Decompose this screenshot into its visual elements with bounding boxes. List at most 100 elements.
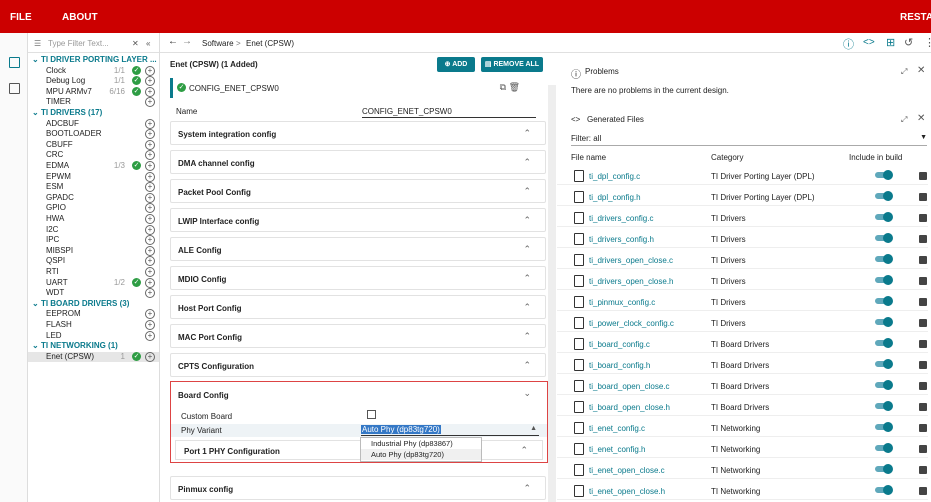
copy-icon[interactable]: ⧉ [500, 82, 506, 93]
add-instance-icon[interactable]: + [145, 256, 155, 267]
port1-phy-section[interactable]: Port 1 PHY Configuration ⌃ [175, 440, 543, 460]
tree-item[interactable]: ADCBUF + [28, 118, 159, 129]
add-instance-icon[interactable]: + [145, 97, 155, 108]
add-instance-icon[interactable]: + [145, 330, 155, 341]
add-instance-icon[interactable]: + [145, 203, 155, 214]
tree-item[interactable]: UART 1/2 ✓ + [28, 277, 159, 288]
file-name-link[interactable]: ti_drivers_open_close.h [589, 277, 674, 286]
tree-item[interactable]: HWA + [28, 214, 159, 224]
save-icon[interactable] [919, 445, 927, 453]
include-toggle[interactable] [875, 401, 893, 411]
add-instance-icon[interactable]: + [145, 351, 155, 362]
chip-icon[interactable]: ⊞ [886, 36, 895, 49]
tree-item[interactable]: EDMA 1/3 ✓ + [28, 161, 159, 171]
config-section[interactable]: ALE Config ⌃ [170, 237, 546, 261]
add-instance-icon[interactable]: + [145, 320, 155, 330]
file-name-link[interactable]: ti_pinmux_config.c [589, 298, 655, 307]
tree-item[interactable]: GPIO + [28, 203, 159, 214]
include-toggle[interactable] [875, 212, 893, 222]
add-instance-icon[interactable]: + [145, 245, 155, 256]
add-instance-icon[interactable]: + [145, 139, 155, 150]
tree-item[interactable]: EPWM + [28, 171, 159, 182]
file-name-link[interactable]: ti_board_config.h [589, 361, 650, 370]
include-toggle[interactable] [875, 275, 893, 285]
name-input[interactable]: CONFIG_ENET_CPSW0 [362, 107, 536, 118]
filter-input[interactable]: Type Filter Text... [48, 39, 109, 48]
tree-item[interactable]: FLASH + [28, 320, 159, 330]
custom-board-checkbox[interactable] [367, 410, 376, 419]
tree-item[interactable]: RTI + [28, 267, 159, 277]
more-icon[interactable]: ⋮ [924, 36, 931, 49]
config-section[interactable]: LWIP Interface config ⌃ [170, 208, 546, 232]
tree-category[interactable]: ⌄ TI NETWORKING (1) [28, 341, 159, 351]
delete-icon[interactable]: 🗑 [509, 82, 520, 93]
clear-filter-icon[interactable]: ✕ [132, 39, 139, 48]
tree-item[interactable]: BOOTLOADER + [28, 129, 159, 140]
menu-about[interactable]: ABOUT [62, 12, 98, 23]
include-toggle[interactable] [875, 191, 893, 201]
include-toggle[interactable] [875, 338, 893, 348]
include-toggle[interactable] [875, 464, 893, 474]
config-section[interactable]: MDIO Config ⌃ [170, 266, 546, 290]
phy-option-auto[interactable]: Auto Phy (dp83tg720) [361, 449, 481, 460]
tree-item[interactable]: I2C + [28, 224, 159, 235]
tree-category[interactable]: ⌄ TI DRIVERS (17) [28, 108, 159, 118]
tree-item[interactable]: Enet (CPSW) 1 ✓ + [28, 351, 159, 362]
add-instance-icon[interactable]: + [145, 76, 155, 87]
add-instance-icon[interactable]: + [145, 214, 155, 224]
add-instance-icon[interactable]: + [145, 235, 155, 246]
file-name-link[interactable]: ti_dpl_config.h [589, 193, 641, 202]
summary-view-icon[interactable] [9, 83, 20, 94]
add-instance-icon[interactable]: + [145, 118, 155, 129]
pinmux-section[interactable]: Pinmux config ⌃ [170, 476, 546, 500]
tree-item[interactable]: Clock 1/1 ✓ + [28, 65, 159, 76]
file-name-link[interactable]: ti_dpl_config.c [589, 172, 640, 181]
include-toggle[interactable] [875, 317, 893, 327]
save-icon[interactable] [919, 466, 927, 474]
add-instance-icon[interactable]: + [145, 288, 155, 299]
info-icon[interactable]: ⓘ [843, 36, 854, 52]
config-section[interactable]: System integration config ⌃ [170, 121, 546, 145]
add-instance-icon[interactable]: + [145, 86, 155, 97]
file-name-link[interactable]: ti_power_clock_config.c [589, 319, 674, 328]
phy-variant-select[interactable]: Auto Phy (dp83tg720) ▲ [361, 425, 539, 436]
tree-item[interactable]: CRC + [28, 150, 159, 161]
tree-item[interactable]: CBUFF + [28, 139, 159, 150]
add-instance-icon[interactable]: + [145, 129, 155, 140]
tree-item[interactable]: TIMER + [28, 97, 159, 108]
tree-item[interactable]: IPC + [28, 235, 159, 246]
include-toggle[interactable] [875, 485, 893, 495]
tree-item[interactable]: ESM + [28, 182, 159, 193]
save-icon[interactable] [919, 487, 927, 495]
expand-panel-icon[interactable]: ⤢ [901, 67, 907, 77]
tree-category[interactable]: ⌄ TI DRIVER PORTING LAYER ... [28, 55, 159, 65]
filter-select[interactable]: Filter: all ▼ [571, 134, 927, 146]
save-icon[interactable] [919, 193, 927, 201]
save-icon[interactable] [919, 235, 927, 243]
file-name-link[interactable]: ti_board_open_close.h [589, 403, 670, 412]
save-icon[interactable] [919, 424, 927, 432]
add-instance-icon[interactable]: + [145, 65, 155, 76]
close-panel-icon[interactable]: ✕ [917, 113, 925, 124]
add-instance-icon[interactable]: + [145, 171, 155, 182]
remove-all-button[interactable]: ▤ REMOVE ALL [481, 57, 543, 72]
close-panel-icon[interactable]: ✕ [917, 65, 925, 76]
add-instance-icon[interactable]: + [145, 277, 155, 288]
config-section[interactable]: DMA channel config ⌃ [170, 150, 546, 174]
include-toggle[interactable] [875, 443, 893, 453]
file-name-link[interactable]: ti_enet_open_close.c [589, 466, 665, 475]
tree-item[interactable]: MPU ARMv7 6/16 ✓ + [28, 86, 159, 97]
save-icon[interactable] [919, 340, 927, 348]
add-instance-icon[interactable]: + [145, 309, 155, 320]
menu-file[interactable]: FILE [10, 12, 32, 23]
config-section[interactable]: Host Port Config ⌃ [170, 295, 546, 319]
config-scrollbar[interactable] [548, 85, 556, 502]
code-icon[interactable]: <> [863, 37, 875, 48]
tree-item[interactable]: MIBSPI + [28, 245, 159, 256]
config-view-icon[interactable] [9, 57, 20, 68]
add-instance-icon[interactable]: + [145, 192, 155, 203]
tree-category[interactable]: ⌄ TI BOARD DRIVERS (3) [28, 299, 159, 309]
file-name-link[interactable]: ti_enet_open_close.h [589, 487, 665, 496]
include-toggle[interactable] [875, 254, 893, 264]
save-icon[interactable] [919, 361, 927, 369]
